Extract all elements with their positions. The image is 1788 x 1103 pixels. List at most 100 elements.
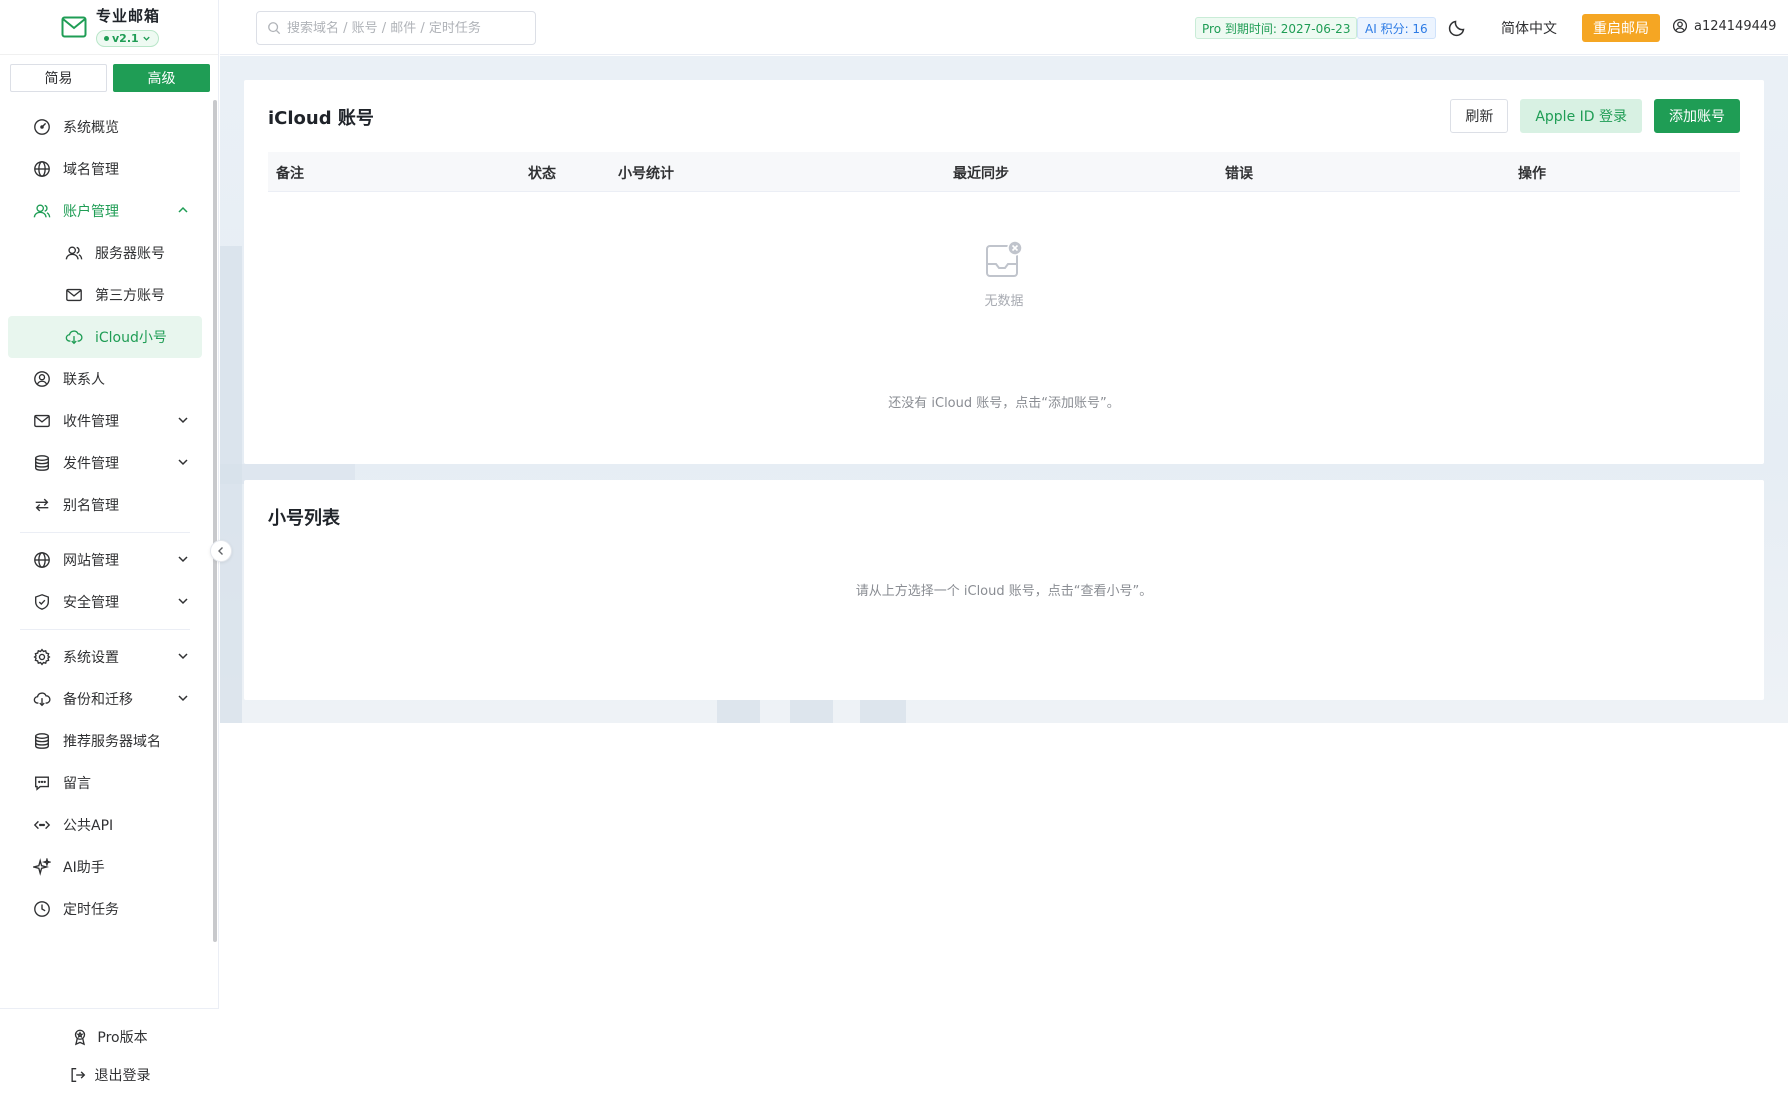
sidebar-item-inbox[interactable]: 收件管理: [8, 400, 202, 442]
sidebar-item-label: 发件管理: [63, 456, 119, 472]
mode-simple-button[interactable]: 简易: [10, 64, 107, 92]
database-icon: [32, 453, 52, 473]
sidebar-item-security[interactable]: 安全管理: [8, 581, 202, 623]
logout-label: 退出登录: [94, 1068, 151, 1084]
sidebar-item-label: iCloud小号: [95, 330, 167, 346]
sidebar-item-settings[interactable]: 系统设置: [8, 636, 202, 678]
user-menu[interactable]: a124149449: [1672, 18, 1776, 34]
sidebar-item-label: 备份和迁移: [63, 692, 133, 708]
sidebar-item-label: 网站管理: [63, 553, 119, 569]
mode-advanced-button[interactable]: 高级: [113, 64, 210, 92]
add-account-button[interactable]: 添加账号: [1654, 99, 1740, 133]
pro-version-link[interactable]: Pro版本: [0, 1018, 219, 1056]
menu-divider: [20, 532, 190, 533]
chevron-down-icon: [178, 459, 188, 466]
sidebar-item-label: 公共API: [63, 818, 114, 834]
user-circle-icon: [32, 369, 52, 389]
search-icon: [268, 22, 281, 35]
swap-arrows-icon: [32, 495, 52, 515]
restart-mail-button[interactable]: 重启邮局: [1582, 14, 1660, 42]
sidebar-item-overview[interactable]: 系统概览: [8, 106, 202, 148]
sidebar-item-label: 系统概览: [63, 120, 119, 136]
sidebar-item-label: 账户管理: [63, 204, 119, 220]
card-actions: 刷新 Apple ID 登录 添加账号: [1450, 99, 1740, 133]
collapse-sidebar-button[interactable]: [210, 540, 232, 562]
sidebar-item-contacts[interactable]: 联系人: [8, 358, 202, 400]
background-decoration: [860, 700, 906, 723]
logout-link[interactable]: 退出登录: [0, 1056, 219, 1094]
sidebar-item-icloud[interactable]: iCloud小号: [8, 316, 202, 358]
sidebar-item-alias[interactable]: 别名管理: [8, 484, 202, 526]
icloud-accounts-card: iCloud 账号 刷新 Apple ID 登录 添加账号 备注 状态 小号统计…: [244, 80, 1764, 464]
sidebar-item-scheduled[interactable]: 定时任务: [8, 888, 202, 930]
sidebar-item-label: 推荐服务器域名: [63, 734, 161, 750]
pro-version-label: Pro版本: [97, 1030, 148, 1046]
brand-title: 专业邮箱: [96, 7, 161, 25]
sidebar-item-outbox[interactable]: 发件管理: [8, 442, 202, 484]
topbar: Pro 到期时间: 2027-06-23 AI 积分: 16 简体中文 重启邮局…: [220, 0, 1788, 55]
sidebar-item-domains[interactable]: 域名管理: [8, 148, 202, 190]
search-box[interactable]: [256, 11, 536, 45]
background-decoration: [717, 700, 760, 723]
sidebar-scrollbar[interactable]: [213, 100, 217, 942]
sidebar-item-third-party[interactable]: 第三方账号: [8, 274, 202, 316]
chevron-down-icon: [178, 653, 188, 660]
column-header: 错误: [1225, 166, 1253, 182]
gear-icon: [32, 647, 52, 667]
chevron-down-icon: [178, 417, 188, 424]
sidebar-item-label: 安全管理: [63, 595, 119, 611]
apple-id-login-button[interactable]: Apple ID 登录: [1520, 99, 1642, 133]
moon-icon[interactable]: [1448, 17, 1468, 37]
column-header: 小号统计: [618, 166, 674, 182]
sidebar-item-api[interactable]: 公共API: [8, 804, 202, 846]
sidebar-item-label: 别名管理: [63, 498, 119, 514]
sidebar-item-accounts[interactable]: 账户管理: [8, 190, 202, 232]
column-header: 最近同步: [953, 166, 1009, 182]
globe-icon: [32, 159, 52, 179]
sidebar-item-label: 留言: [63, 776, 91, 792]
sidebar-item-label: 域名管理: [63, 162, 119, 178]
cloud-download-icon: [32, 689, 52, 709]
chat-icon: [32, 773, 52, 793]
code-icon: [32, 815, 52, 835]
sidebar-item-backup[interactable]: 备份和迁移: [8, 678, 202, 720]
alias-list-card: 小号列表 请从上方选择一个 iCloud 账号，点击“查看小号”。: [244, 480, 1764, 700]
sidebar-item-server-accounts[interactable]: 服务器账号: [8, 232, 202, 274]
sidebar-item-recommend[interactable]: 推荐服务器域名: [8, 720, 202, 762]
refresh-button[interactable]: 刷新: [1450, 99, 1509, 133]
language-selector[interactable]: 简体中文: [1501, 18, 1557, 38]
sidebar-item-ai[interactable]: AI助手: [8, 846, 202, 888]
sidebar-item-label: 服务器账号: [95, 246, 165, 262]
table-header: 备注 状态 小号统计 最近同步 错误 操作: [268, 152, 1740, 192]
background-decoration: [220, 246, 242, 723]
users-icon: [64, 243, 84, 263]
cloud-download-icon: [64, 327, 84, 347]
column-header: 操作: [1518, 166, 1546, 182]
chevron-down-icon: [178, 695, 188, 702]
sidebar-footer: Pro版本 退出登录: [0, 1008, 219, 1103]
chevron-left-icon: [218, 547, 223, 555]
database-icon: [32, 731, 52, 751]
alias-hint: 请从上方选择一个 iCloud 账号，点击“查看小号”。: [855, 584, 1153, 599]
empty-hint: 还没有 iCloud 账号，点击“添加账号”。: [888, 396, 1120, 411]
pro-expiry-tag: Pro 到期时间: 2027-06-23: [1195, 17, 1358, 39]
empty-text: 无数据: [984, 294, 1024, 309]
search-input[interactable]: [287, 20, 507, 36]
version-badge[interactable]: v2.1: [96, 30, 159, 47]
card-title: 小号列表: [268, 508, 340, 529]
sidebar-item-label: 定时任务: [63, 902, 119, 918]
sidebar: 专业邮箱 v2.1 简易 高级 系统概览 域名管理 账户管理 服务器账号 第三方…: [0, 0, 219, 1103]
sidebar-item-label: 收件管理: [63, 414, 119, 430]
brand: 专业邮箱 v2.1: [0, 0, 218, 55]
username: a124149449: [1694, 18, 1777, 34]
empty-inbox-icon: [986, 240, 1023, 277]
status-dot-icon: [104, 36, 109, 41]
sidebar-item-message[interactable]: 留言: [8, 762, 202, 804]
sidebar-item-website[interactable]: 网站管理: [8, 539, 202, 581]
globe-icon: [32, 550, 52, 570]
chevron-down-icon: [142, 36, 150, 41]
shield-check-icon: [32, 592, 52, 612]
menu-divider: [20, 629, 190, 630]
sidebar-item-label: AI助手: [63, 860, 105, 876]
mode-switch: 简易 高级: [10, 64, 210, 92]
